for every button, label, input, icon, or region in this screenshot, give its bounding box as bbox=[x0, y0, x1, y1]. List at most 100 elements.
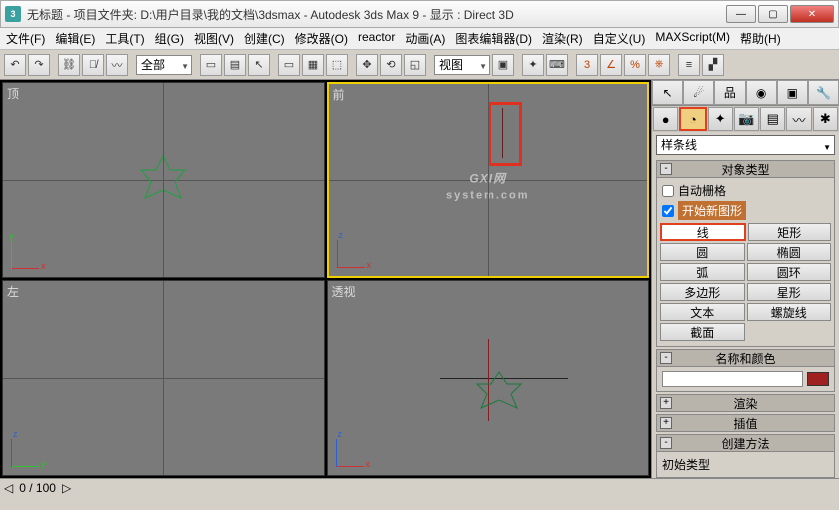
menu-views[interactable]: 视图(V) bbox=[194, 30, 234, 47]
menu-grapheditors[interactable]: 图表编辑器(D) bbox=[455, 30, 532, 47]
scale-button[interactable]: ◱ bbox=[404, 54, 426, 76]
create-category-row: ● ◔ ✦ 📷 ▤ 〰 ✱ bbox=[652, 106, 839, 132]
star-shape-icon bbox=[133, 150, 193, 210]
maximize-button[interactable]: ▢ bbox=[758, 5, 788, 23]
timeline-right-icon[interactable]: ▷ bbox=[62, 481, 71, 495]
menu-tools[interactable]: 工具(T) bbox=[105, 30, 144, 47]
menu-modifiers[interactable]: 修改器(O) bbox=[295, 30, 348, 47]
object-color-swatch[interactable] bbox=[807, 372, 829, 386]
menu-animation[interactable]: 动画(A) bbox=[405, 30, 445, 47]
btn-text[interactable]: 文本 bbox=[660, 303, 745, 321]
pivot-center-icon[interactable]: ▣ bbox=[492, 54, 514, 76]
cat-shapes[interactable]: ◔ bbox=[679, 107, 706, 131]
window-title: 无标题 - 项目文件夹: D:\用户目录\我的文档\3dsmax - Autod… bbox=[27, 6, 726, 23]
viewport-left[interactable]: 左 yz bbox=[2, 280, 325, 476]
tab-utilities[interactable]: 🔧 bbox=[808, 80, 839, 105]
mirror-button[interactable]: ▞ bbox=[702, 54, 724, 76]
rollout-render[interactable]: +渲染 bbox=[656, 394, 835, 412]
cat-geometry[interactable]: ● bbox=[653, 107, 678, 131]
snap-button[interactable]: 3 bbox=[576, 54, 598, 76]
menu-bar: 文件(F) 编辑(E) 工具(T) 组(G) 视图(V) 创建(C) 修改器(O… bbox=[0, 28, 839, 50]
start-new-checkbox[interactable] bbox=[662, 205, 674, 217]
window-titlebar: 3 无标题 - 项目文件夹: D:\用户目录\我的文档\3dsmax - Aut… bbox=[0, 0, 839, 28]
command-panel: ↖ ☄ 品 ◉ ▣ 🔧 ● ◔ ✦ 📷 ▤ 〰 ✱ 样条线 -对象类型 自动栅格… bbox=[651, 80, 839, 478]
reference-coord-combo[interactable]: 视图 bbox=[434, 55, 490, 75]
cat-spacewarps[interactable]: 〰 bbox=[786, 107, 811, 131]
btn-arc[interactable]: 弧 bbox=[660, 263, 745, 281]
bind-spacewarp-button[interactable]: 〰 bbox=[106, 54, 128, 76]
spinner-snap-button[interactable]: ⎈ bbox=[648, 54, 670, 76]
minimize-button[interactable]: — bbox=[726, 5, 756, 23]
rotate-button[interactable]: ⟲ bbox=[380, 54, 402, 76]
menu-edit[interactable]: 编辑(E) bbox=[55, 30, 95, 47]
unlink-button[interactable]: ⛓̸ bbox=[82, 54, 104, 76]
menu-file[interactable]: 文件(F) bbox=[6, 30, 45, 47]
initial-type-label: 初始类型 bbox=[660, 455, 831, 474]
redo-button[interactable]: ↷ bbox=[28, 54, 50, 76]
btn-donut[interactable]: 圆环 bbox=[747, 263, 832, 281]
dotted-rect-icon[interactable]: ⬚ bbox=[326, 54, 348, 76]
menu-reactor[interactable]: reactor bbox=[358, 30, 395, 47]
command-panel-tabs: ↖ ☄ 品 ◉ ▣ 🔧 bbox=[652, 80, 839, 106]
viewport-label-top: 顶 bbox=[7, 85, 19, 102]
viewport-perspective[interactable]: 透视 xz bbox=[327, 280, 650, 476]
btn-star[interactable]: 星形 bbox=[747, 283, 832, 301]
btn-line[interactable]: 线 bbox=[660, 223, 746, 241]
rect-select-icon[interactable]: ▭ bbox=[278, 54, 300, 76]
window-crossing-icon[interactable]: ▦ bbox=[302, 54, 324, 76]
btn-helix[interactable]: 螺旋线 bbox=[747, 303, 832, 321]
tab-modify[interactable]: ☄ bbox=[683, 80, 714, 105]
main-toolbar: ↶ ↷ ⛓ ⛓̸ 〰 全部 ▭ ▤ ↖ ▭ ▦ ⬚ ✥ ⟲ ◱ 视图 ▣ ✦ ⌨… bbox=[0, 50, 839, 80]
cat-helpers[interactable]: ▤ bbox=[760, 107, 785, 131]
shape-type-combo[interactable]: 样条线 bbox=[656, 135, 835, 155]
tab-display[interactable]: ▣ bbox=[777, 80, 808, 105]
menu-group[interactable]: 组(G) bbox=[155, 30, 184, 47]
cursor-icon[interactable]: ↖ bbox=[248, 54, 270, 76]
btn-section[interactable]: 截面 bbox=[660, 323, 745, 341]
highlight-box bbox=[488, 102, 522, 166]
rollout-create-method[interactable]: -创建方法 bbox=[656, 434, 835, 452]
viewport-area: 顶 xy 前 GXI网system.com xz 左 yz 透视 xz bbox=[0, 80, 651, 478]
select-by-name-button[interactable]: ▤ bbox=[224, 54, 246, 76]
selection-set-combo[interactable]: 全部 bbox=[136, 55, 192, 75]
menu-help[interactable]: 帮助(H) bbox=[740, 30, 781, 47]
angle-snap-button[interactable]: ∠ bbox=[600, 54, 622, 76]
close-button[interactable]: ✕ bbox=[790, 5, 834, 23]
rollout-interp[interactable]: +插值 bbox=[656, 414, 835, 432]
rollout-name-color[interactable]: -名称和颜色 bbox=[656, 349, 835, 367]
btn-circle[interactable]: 圆 bbox=[660, 243, 745, 261]
menu-maxscript[interactable]: MAXScript(M) bbox=[655, 30, 730, 47]
menu-customize[interactable]: 自定义(U) bbox=[593, 30, 646, 47]
start-new-label: 开始新图形 bbox=[678, 201, 746, 220]
btn-rectangle[interactable]: 矩形 bbox=[748, 223, 832, 241]
viewport-top[interactable]: 顶 xy bbox=[2, 82, 325, 278]
status-bar: ◁ 0 / 100 ▷ bbox=[0, 478, 839, 496]
cat-cameras[interactable]: 📷 bbox=[734, 107, 759, 131]
viewport-front[interactable]: 前 GXI网system.com xz bbox=[327, 82, 650, 278]
select-button[interactable]: ▭ bbox=[200, 54, 222, 76]
frame-indicator: 0 / 100 bbox=[19, 481, 56, 495]
tab-create[interactable]: ↖ bbox=[652, 80, 683, 105]
timeline-left-icon[interactable]: ◁ bbox=[4, 481, 13, 495]
keymode-button[interactable]: ⌨ bbox=[546, 54, 568, 76]
cat-systems[interactable]: ✱ bbox=[813, 107, 838, 131]
drawn-line bbox=[502, 108, 503, 158]
object-name-input[interactable] bbox=[662, 371, 803, 387]
percent-snap-button[interactable]: % bbox=[624, 54, 646, 76]
viewport-label-front: 前 bbox=[333, 86, 345, 103]
btn-ellipse[interactable]: 椭圆 bbox=[747, 243, 832, 261]
btn-ngon[interactable]: 多边形 bbox=[660, 283, 745, 301]
named-selset-button[interactable]: ≡ bbox=[678, 54, 700, 76]
autogrid-checkbox[interactable] bbox=[662, 185, 674, 197]
manipulate-button[interactable]: ✦ bbox=[522, 54, 544, 76]
undo-button[interactable]: ↶ bbox=[4, 54, 26, 76]
viewport-label-persp: 透视 bbox=[332, 283, 356, 300]
tab-motion[interactable]: ◉ bbox=[746, 80, 777, 105]
rollout-object-type[interactable]: -对象类型 bbox=[656, 160, 835, 178]
cat-lights[interactable]: ✦ bbox=[708, 107, 733, 131]
tab-hierarchy[interactable]: 品 bbox=[714, 80, 745, 105]
link-button[interactable]: ⛓ bbox=[58, 54, 80, 76]
menu-rendering[interactable]: 渲染(R) bbox=[542, 30, 583, 47]
menu-create[interactable]: 创建(C) bbox=[244, 30, 285, 47]
move-button[interactable]: ✥ bbox=[356, 54, 378, 76]
